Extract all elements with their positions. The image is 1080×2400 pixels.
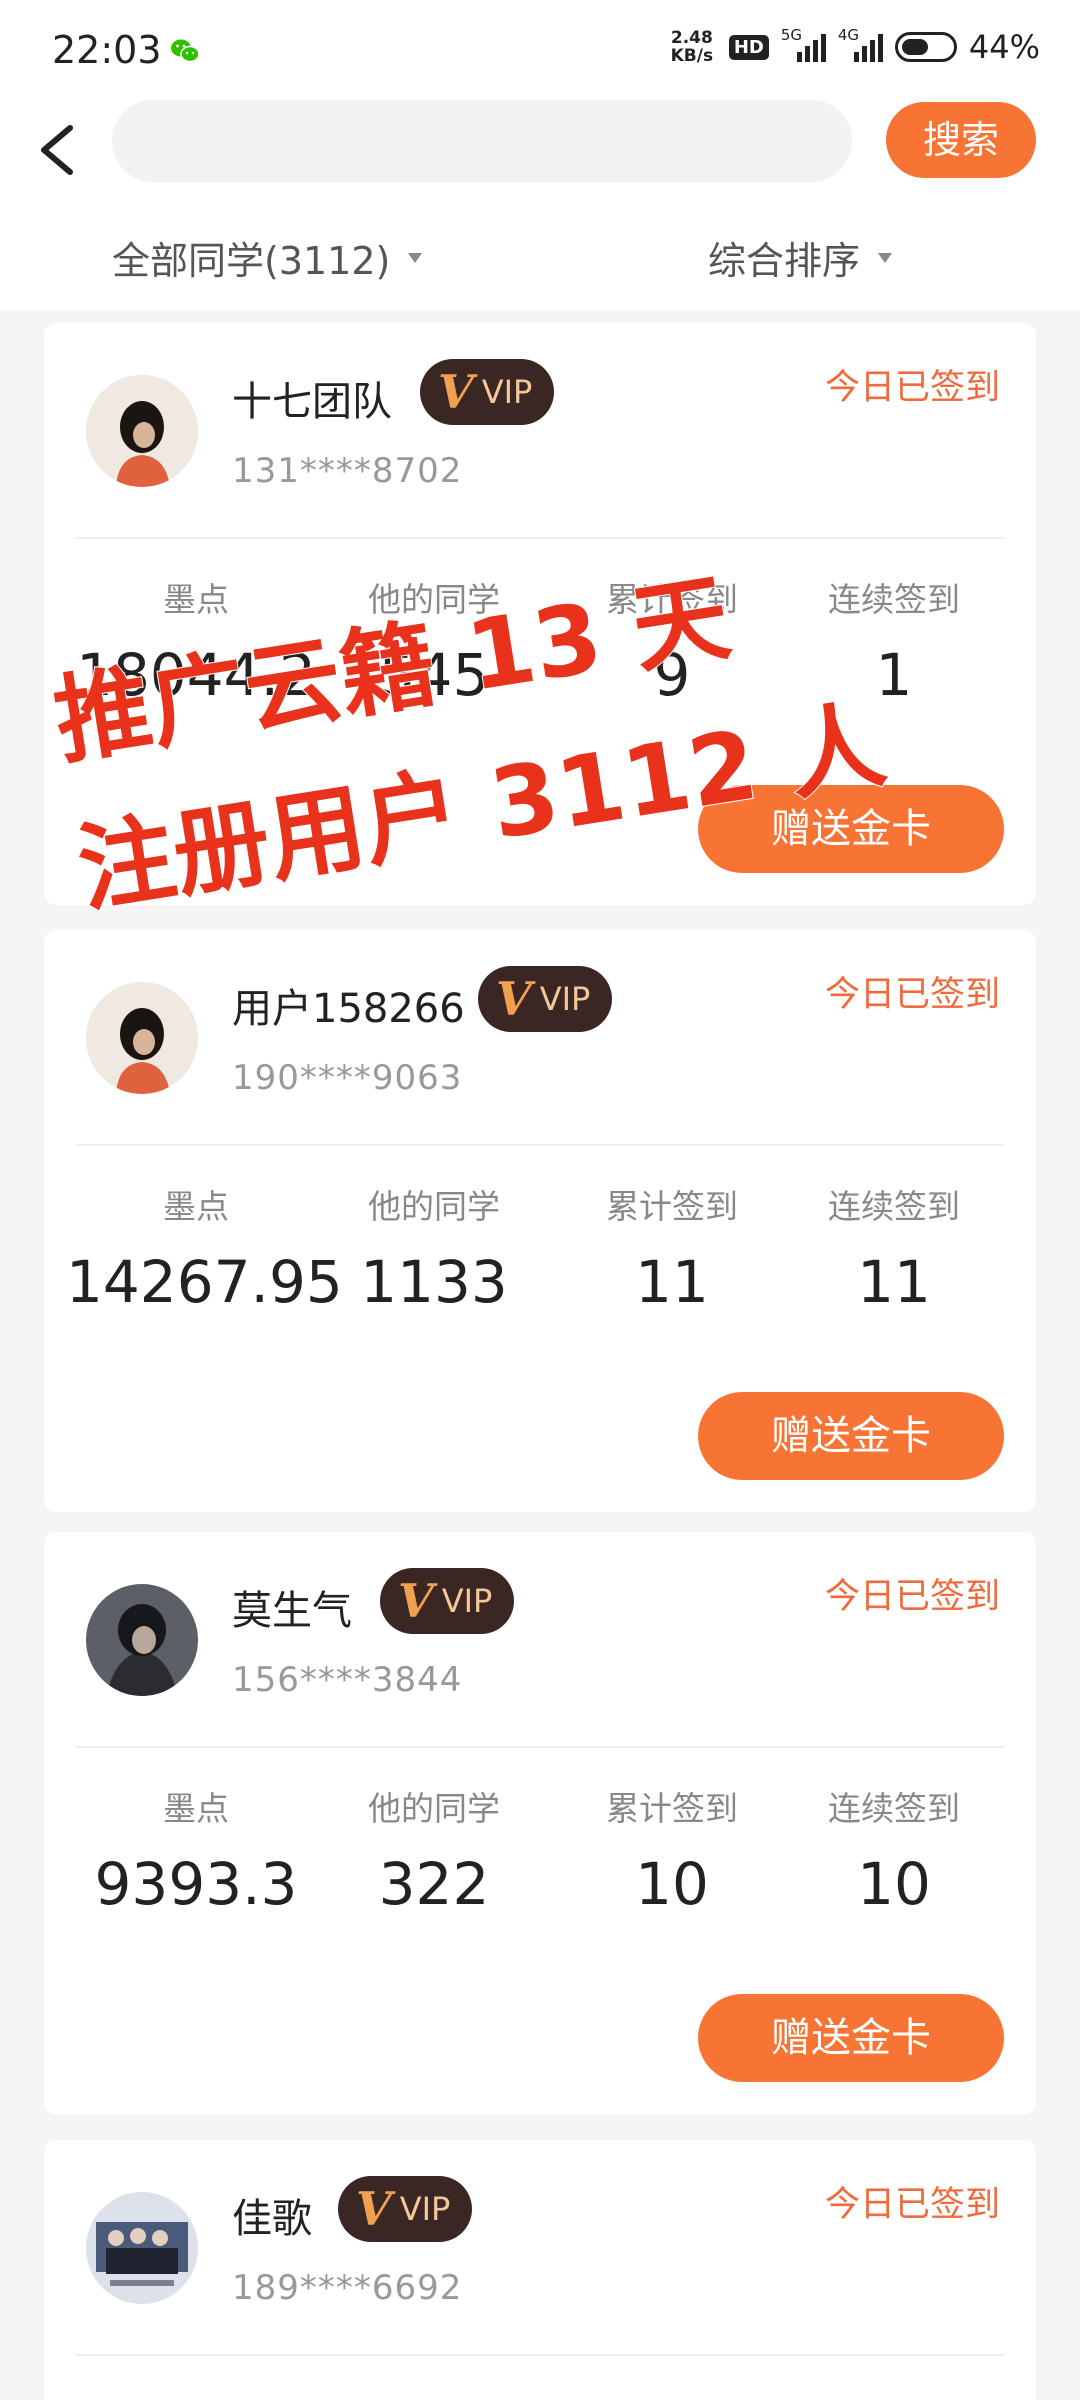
stat-label-points: 墨点 (163, 1789, 229, 1828)
vip-badge: V VIP (338, 2176, 473, 2242)
gift-gold-card-button[interactable]: 赠送金卡 (698, 1392, 1004, 1480)
gift-gold-card-button[interactable]: 赠送金卡 (698, 785, 1004, 873)
battery-percent: 44% (968, 28, 1040, 66)
gift-gold-card-button[interactable]: 赠送金卡 (698, 1994, 1004, 2082)
user-name: 用户158266 (232, 986, 465, 1032)
stat-label-classmates: 他的同学 (368, 1789, 500, 1828)
status-indicators: 2.48 KB/s HD 5G 4G 44% (667, 26, 1040, 66)
user-name: 佳歌 (232, 2196, 312, 2242)
vip-v-icon: V (398, 1574, 434, 1628)
caret-down-icon (408, 252, 423, 263)
battery-icon (894, 32, 957, 62)
stat-label-total-sign: 累计签到 (606, 1187, 738, 1226)
vip-label: VIP (399, 2190, 451, 2228)
stat-label-classmates: 他的同学 (368, 1187, 500, 1226)
stat-streak: 10 (857, 1850, 931, 1918)
search-input[interactable] (112, 100, 852, 182)
vip-label: VIP (539, 980, 591, 1018)
divider (76, 1746, 1004, 1748)
status-bar: 22:03 2.48 KB/s HD 5G 4G 44% (0, 0, 1080, 100)
filter-bar: 全部同学(3112) 综合排序 (0, 210, 1080, 310)
net-speed-value: 2.48 (670, 28, 713, 48)
vip-badge: V VIP (478, 966, 613, 1032)
stat-points: 9393.3 (94, 1850, 298, 1918)
stat-label-classmates: 他的同学 (368, 580, 500, 619)
avatar (86, 2192, 198, 2304)
user-phone: 156****3844 (232, 1660, 463, 1700)
wechat-icon (170, 38, 200, 64)
stat-classmates: 322 (378, 1850, 490, 1918)
vip-label: VIP (481, 373, 533, 411)
vip-label: VIP (441, 1582, 493, 1620)
net-speed: 2.48 KB/s (667, 29, 717, 65)
filter-all-classmates[interactable]: 全部同学(3112) (112, 230, 423, 285)
user-phone: 131****8702 (232, 451, 463, 491)
stat-label-streak: 连续签到 (828, 1789, 960, 1828)
user-name: 莫生气 (232, 1588, 352, 1634)
hd-badge: HD (728, 34, 769, 60)
signal-4g-icon: 4G (838, 26, 883, 62)
caret-down-icon (878, 252, 893, 263)
search-button[interactable]: 搜索 (886, 102, 1036, 178)
stat-streak: 1 (875, 641, 913, 709)
vip-v-icon: V (438, 365, 474, 419)
stat-label-total-sign: 累计签到 (552, 2390, 792, 2400)
sign-status: 今日已签到 (824, 1577, 1000, 1617)
stat-label-classmates: 他的同学 (314, 2390, 554, 2400)
stat-classmates: 1133 (360, 1248, 508, 1316)
filter-all-label: 全部同学(3112) (112, 239, 391, 283)
stat-label-streak: 连续签到 (828, 1187, 960, 1226)
stat-total-sign: 9 (653, 641, 691, 709)
avatar (86, 375, 198, 487)
user-phone: 190****9063 (232, 1058, 463, 1098)
user-card[interactable]: 佳歌 V VIP 189****6692 今日已签到 墨点 他的同学 累计签到 … (44, 2140, 1036, 2400)
top-nav: 搜索 (0, 100, 1080, 210)
stat-points: 18044.2 (76, 641, 316, 709)
user-card[interactable]: 用户158266 V VIP 190****9063 今日已签到 墨点 他的同学… (44, 930, 1036, 1512)
signal-4g-label: 4G (837, 26, 860, 44)
stat-total-sign: 11 (635, 1248, 709, 1316)
avatar (86, 1584, 198, 1696)
stat-points: 14267.95 (66, 1248, 343, 1316)
divider (76, 537, 1004, 539)
chevron-left-icon (41, 125, 73, 175)
divider (76, 2354, 1004, 2356)
sign-status: 今日已签到 (824, 368, 1000, 408)
avatar (86, 982, 198, 1094)
sign-status: 今日已签到 (824, 2185, 1000, 2225)
signal-5g-label: 5G (780, 26, 803, 44)
stat-label-points: 墨点 (163, 580, 229, 619)
stat-total-sign: 10 (635, 1850, 709, 1918)
user-card[interactable]: 十七团队 V VIP 131****8702 今日已签到 墨点 他的同学 累计签… (44, 323, 1036, 905)
user-name: 十七团队 (232, 379, 392, 425)
vip-v-icon: V (356, 2182, 392, 2236)
stat-classmates: 545 (378, 641, 490, 709)
stat-label-points: 墨点 (76, 2390, 316, 2400)
status-time: 22:03 (52, 28, 162, 72)
user-phone: 189****6692 (232, 2268, 463, 2308)
stat-label-total-sign: 累计签到 (606, 1789, 738, 1828)
stat-label-total-sign: 累计签到 (606, 580, 738, 619)
stat-label-streak: 连续签到 (828, 580, 960, 619)
sign-status: 今日已签到 (824, 975, 1000, 1015)
vip-v-icon: V (496, 972, 532, 1026)
user-card[interactable]: 莫生气 V VIP 156****3844 今日已签到 墨点 他的同学 累计签到… (44, 1532, 1036, 2114)
back-button[interactable] (30, 110, 90, 190)
net-speed-unit: KB/s (670, 46, 714, 66)
divider (76, 1144, 1004, 1146)
stat-streak: 11 (857, 1248, 931, 1316)
vip-badge: V VIP (420, 359, 555, 425)
vip-badge: V VIP (380, 1568, 515, 1634)
signal-5g-icon: 5G (781, 26, 826, 62)
filter-sort-label: 综合排序 (708, 239, 861, 283)
filter-sort[interactable]: 综合排序 (708, 230, 893, 285)
stat-label-streak: 连续签到 (774, 2390, 1014, 2400)
stat-label-points: 墨点 (163, 1187, 229, 1226)
